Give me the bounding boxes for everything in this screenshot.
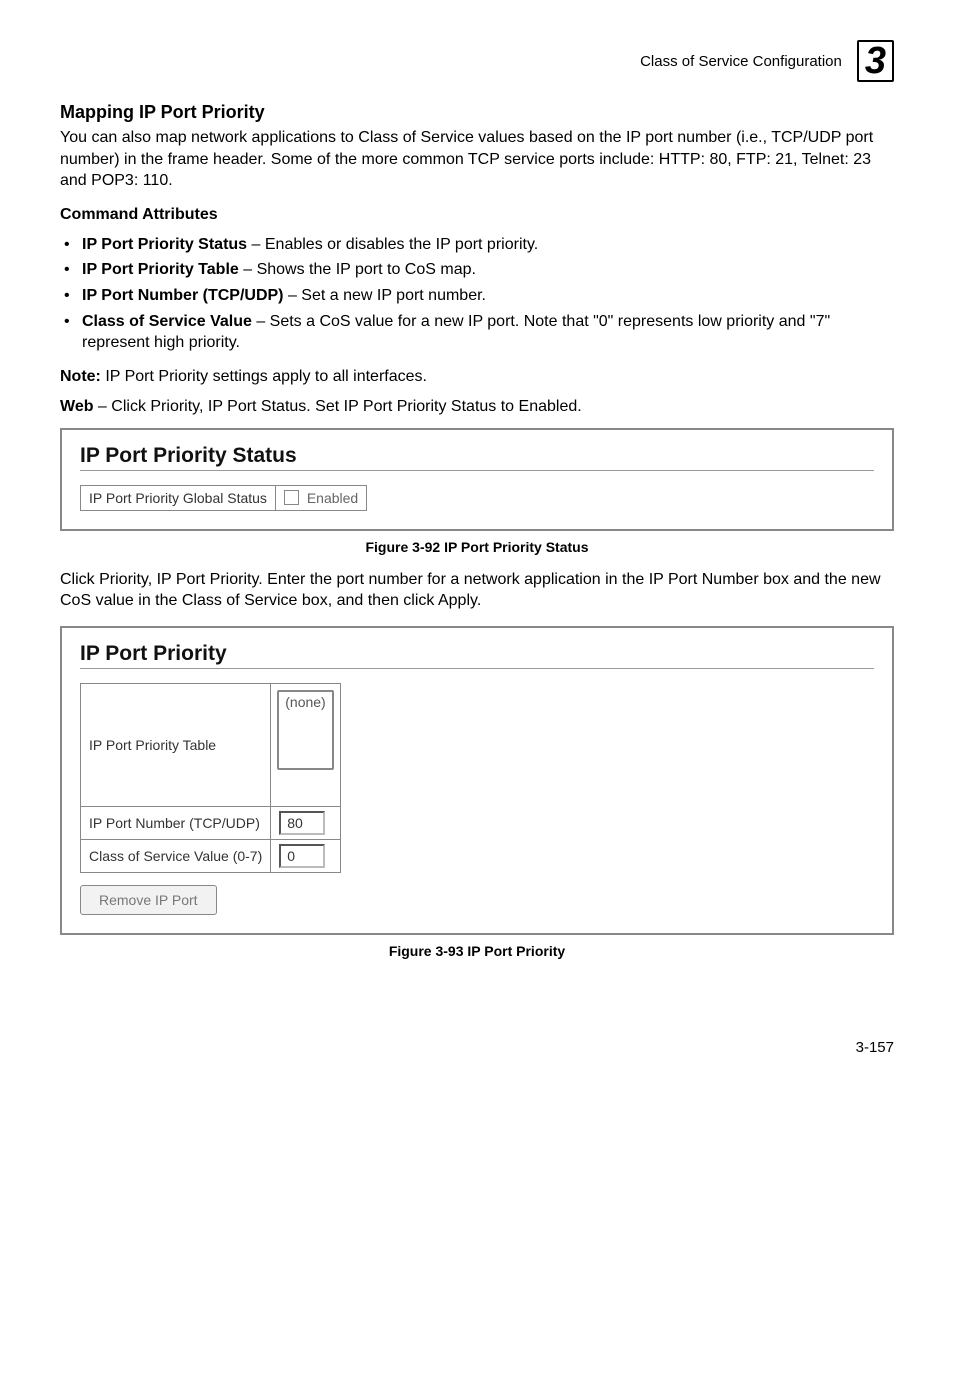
command-attributes-heading: Command Attributes xyxy=(60,206,894,224)
section-intro: You can also map network applications to… xyxy=(60,127,894,192)
note-label: Note: xyxy=(60,368,101,385)
attr-text: – Shows the IP port to CoS map. xyxy=(239,261,476,278)
ip-port-priority-status-panel: IP Port Priority Status IP Port Priority… xyxy=(60,428,894,531)
list-item: Class of Service Value – Sets a CoS valu… xyxy=(60,311,894,354)
page-running-header: Class of Service Configuration 3 xyxy=(60,40,894,82)
cos-value-cell: 0 xyxy=(271,839,340,872)
port-number-label: IP Port Number (TCP/UDP) xyxy=(81,806,271,839)
attr-label: IP Port Number (TCP/UDP) xyxy=(82,287,284,304)
status-table: IP Port Priority Global Status Enabled xyxy=(80,485,367,511)
note-line: Note: IP Port Priority settings apply to… xyxy=(60,368,894,386)
ip-port-priority-panel: IP Port Priority IP Port Priority Table … xyxy=(60,626,894,935)
page-number: 3-157 xyxy=(60,1039,894,1056)
remove-ip-port-button[interactable]: Remove IP Port xyxy=(80,885,217,915)
enabled-checkbox[interactable] xyxy=(284,490,299,505)
cos-value-value: 0 xyxy=(287,848,295,864)
priority-table-select[interactable]: (none) xyxy=(277,690,333,770)
note-text: IP Port Priority settings apply to all i… xyxy=(101,368,427,385)
attr-label: IP Port Priority Status xyxy=(82,236,247,253)
attr-label: IP Port Priority Table xyxy=(82,261,239,278)
panel-title: IP Port Priority Status xyxy=(80,444,874,471)
attr-label: Class of Service Value xyxy=(82,313,252,330)
breadcrumb: Class of Service Configuration xyxy=(640,53,842,70)
priority-table-select-cell: (none) xyxy=(271,683,340,806)
remove-ip-port-button-label: Remove IP Port xyxy=(99,892,198,908)
attributes-list: IP Port Priority Status – Enables or dis… xyxy=(60,234,894,354)
list-item: IP Port Priority Status – Enables or dis… xyxy=(60,234,894,256)
panel-title: IP Port Priority xyxy=(80,642,874,669)
list-item: IP Port Priority Table – Shows the IP po… xyxy=(60,259,894,281)
web-line: Web – Click Priority, IP Port Status. Se… xyxy=(60,398,894,416)
attr-text: – Set a new IP port number. xyxy=(284,287,487,304)
priority-table-select-value: (none) xyxy=(285,694,325,710)
priority-table: IP Port Priority Table (none) IP Port Nu… xyxy=(80,683,341,873)
web-text: – Click Priority, IP Port Status. Set IP… xyxy=(93,398,581,415)
priority-table-label: IP Port Priority Table xyxy=(81,683,271,806)
status-row-label: IP Port Priority Global Status xyxy=(81,485,276,510)
checkbox-label: Enabled xyxy=(303,490,358,506)
cos-value-label: Class of Service Value (0-7) xyxy=(81,839,271,872)
between-panels-text: Click Priority, IP Port Priority. Enter … xyxy=(60,569,894,612)
list-item: IP Port Number (TCP/UDP) – Set a new IP … xyxy=(60,285,894,307)
section-title: Mapping IP Port Priority xyxy=(60,102,894,123)
figure-caption-92: Figure 3-92 IP Port Priority Status xyxy=(60,539,894,555)
status-row-value-cell: Enabled xyxy=(275,485,366,510)
figure-caption-93: Figure 3-93 IP Port Priority xyxy=(60,943,894,959)
port-number-value: 80 xyxy=(287,815,303,831)
port-number-input[interactable]: 80 xyxy=(279,811,325,835)
port-number-cell: 80 xyxy=(271,806,340,839)
cos-value-input[interactable]: 0 xyxy=(279,844,325,868)
attr-text: – Enables or disables the IP port priori… xyxy=(247,236,538,253)
web-label: Web xyxy=(60,398,93,415)
chapter-badge: 3 xyxy=(857,40,894,82)
